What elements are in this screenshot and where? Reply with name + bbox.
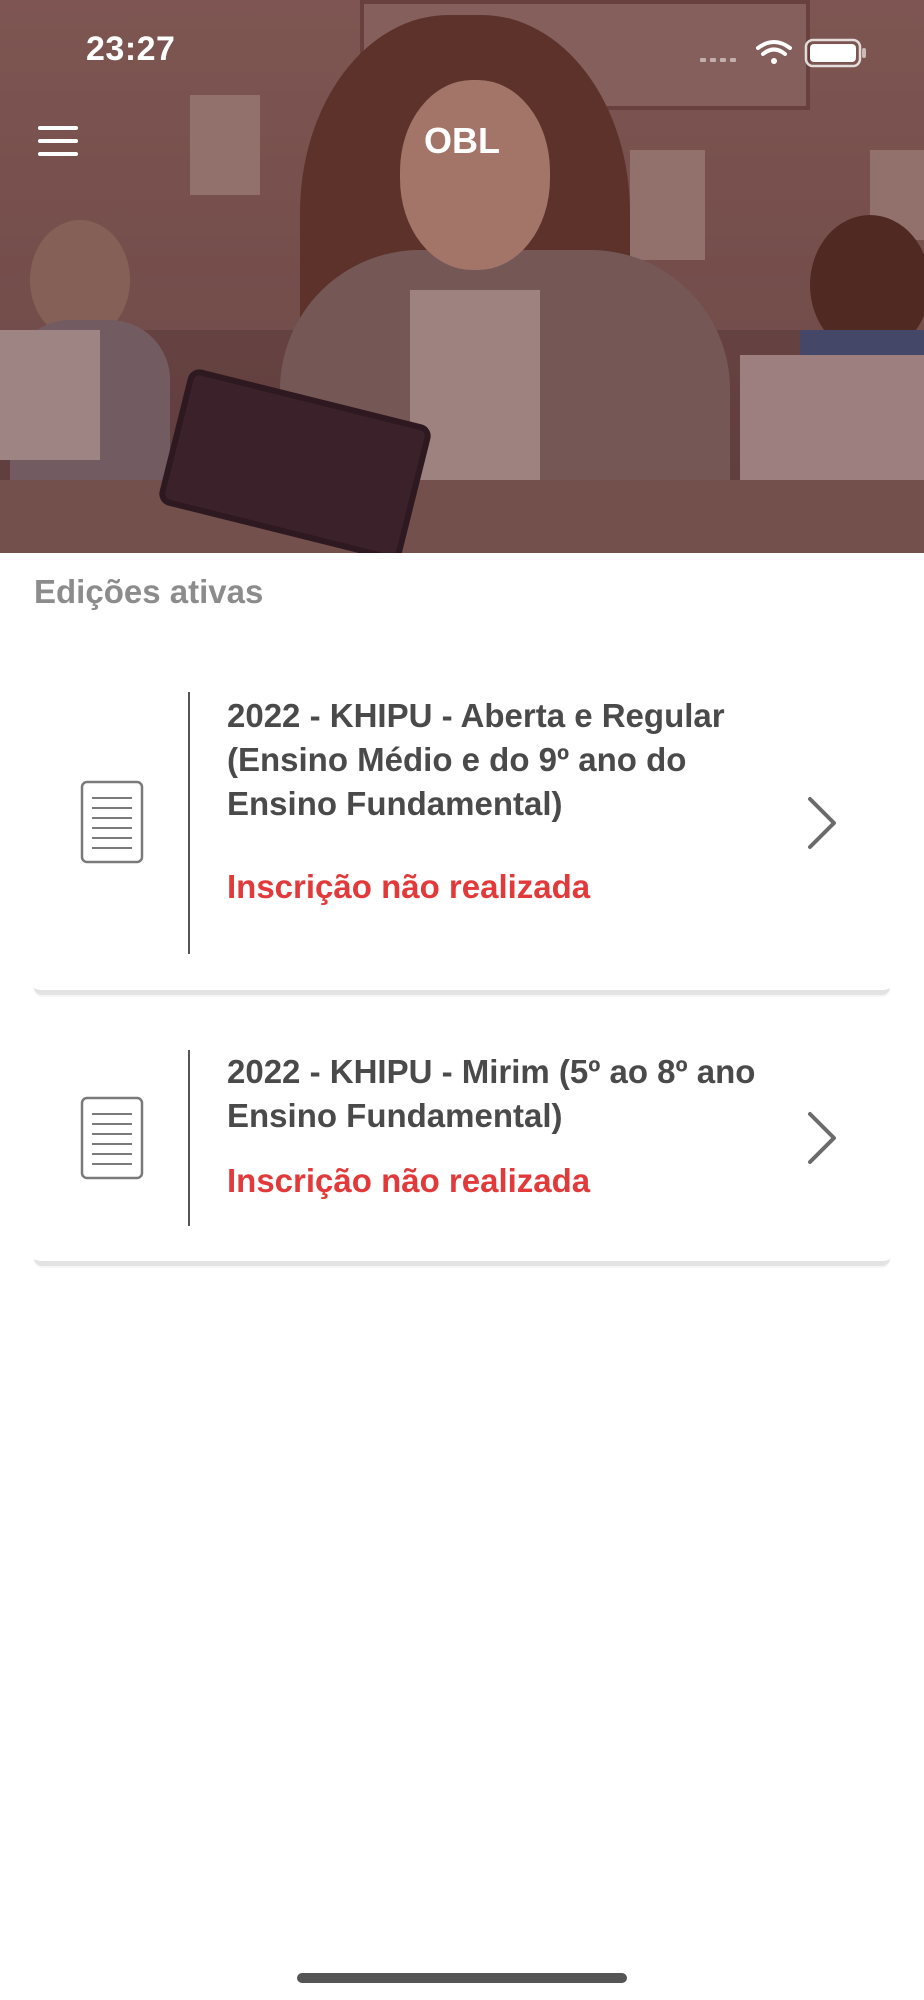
card-divider bbox=[188, 1050, 190, 1226]
edition-status: Inscrição não realizada bbox=[227, 868, 591, 905]
wifi-icon bbox=[756, 40, 792, 64]
document-icon bbox=[80, 780, 144, 864]
home-indicator[interactable] bbox=[297, 1973, 627, 1983]
app-title: OBL bbox=[424, 120, 500, 161]
section-title: Edições ativas bbox=[34, 573, 264, 610]
edition-card[interactable]: 2022 - KHIPU - Aberta e Regular (Ensino … bbox=[34, 640, 890, 995]
hero-image bbox=[0, 0, 924, 553]
signal-icon bbox=[700, 58, 736, 62]
status-time: 23:27 bbox=[86, 30, 176, 68]
edition-title: 2022 - KHIPU - Aberta e Regular (Ensino … bbox=[227, 697, 725, 822]
edition-status: Inscrição não realizada bbox=[227, 1162, 591, 1199]
card-divider bbox=[188, 692, 190, 954]
chevron-right-icon[interactable] bbox=[804, 1110, 840, 1166]
battery-icon bbox=[804, 38, 866, 68]
document-icon bbox=[80, 1096, 144, 1180]
status-icons bbox=[700, 36, 870, 68]
edition-title: 2022 - KHIPU - Mirim (5º ao 8º ano Ensin… bbox=[227, 1053, 756, 1134]
hamburger-menu-icon[interactable] bbox=[38, 126, 84, 162]
edition-card[interactable]: 2022 - KHIPU - Mirim (5º ao 8º ano Ensin… bbox=[34, 1018, 890, 1266]
chevron-right-icon[interactable] bbox=[804, 795, 840, 851]
